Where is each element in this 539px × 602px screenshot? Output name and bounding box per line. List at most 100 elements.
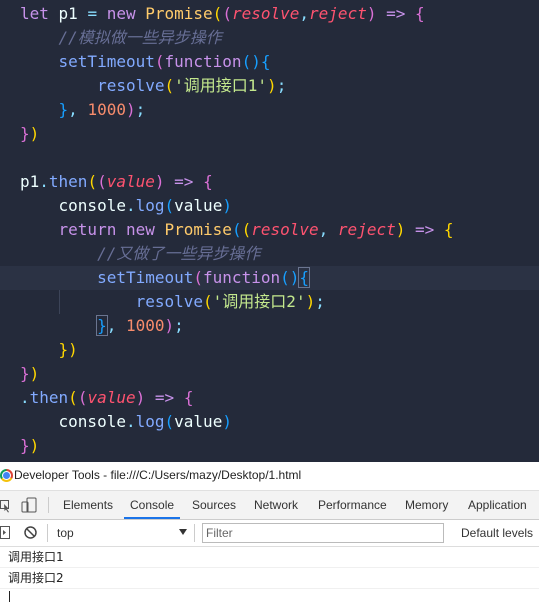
code-line[interactable]: resolve('调用接口2'); [0, 290, 539, 314]
code-token: { [443, 220, 454, 239]
indent-guide [59, 290, 60, 314]
code-token: , [318, 220, 338, 239]
code-line[interactable]: }, 1000); [0, 98, 539, 122]
console-prompt-caret[interactable] [9, 591, 10, 602]
code-token: ) [29, 436, 40, 455]
show-sidebar-icon[interactable] [0, 526, 10, 539]
code-token: then [29, 388, 69, 407]
code-line[interactable]: //模拟做一些异步操作 [0, 26, 539, 50]
filter-input[interactable] [203, 524, 443, 542]
clear-console-icon[interactable] [24, 526, 37, 539]
code-token: () [280, 268, 300, 287]
code-token: p1 [58, 4, 88, 23]
code-token: } [96, 315, 108, 336]
code-editor[interactable]: let p1 = new Promise((resolve,reject) =>… [0, 0, 539, 462]
code-token: ( [241, 220, 252, 239]
code-token: ( [87, 172, 98, 191]
log-levels-dropdown[interactable]: Default levels [461, 526, 539, 542]
code-line[interactable]: }) [0, 434, 539, 458]
code-token: ( [164, 196, 175, 215]
code-token: function [203, 268, 281, 287]
code-token: log [135, 412, 165, 431]
devtools-titlebar: Developer Tools - file:///C:/Users/mazy/… [0, 462, 539, 491]
code-line[interactable]: }) [0, 122, 539, 146]
tab-network[interactable]: Network [254, 491, 298, 519]
tab-sources[interactable]: Sources [192, 491, 236, 519]
code-line[interactable]: setTimeout(function(){ [0, 266, 539, 290]
code-token: let [20, 4, 59, 23]
console-output: 调用接口1 调用接口2 [0, 547, 539, 602]
device-toolbar-icon[interactable] [21, 497, 37, 513]
code-token: { [183, 388, 194, 407]
tab-performance[interactable]: Performance [318, 491, 387, 519]
code-line[interactable]: }) [0, 338, 539, 362]
code-line[interactable]: console.log(value) [0, 194, 539, 218]
code-token: ( [212, 4, 223, 23]
code-token: ( [68, 388, 78, 407]
tab-memory[interactable]: Memory [405, 491, 448, 519]
code-line[interactable]: return new Promise((resolve, reject) => … [0, 218, 539, 242]
code-token: 1000 [87, 100, 126, 119]
code-token: ) [164, 316, 175, 335]
console-message: 调用接口2 [8, 571, 64, 585]
code-token: 1000 [125, 316, 165, 335]
code-line[interactable]: resolve('调用接口1'); [0, 74, 539, 98]
code-token: value [87, 388, 136, 407]
code-token: reject [337, 220, 396, 239]
code-token: ; [276, 76, 287, 95]
code-token: ) [29, 364, 40, 383]
code-token: => [386, 4, 416, 23]
code-token: { [415, 4, 425, 23]
code-line[interactable]: .then((value) => { [0, 386, 539, 410]
code-line[interactable] [0, 146, 539, 170]
code-token: ( [203, 292, 213, 311]
inspect-element-icon[interactable] [0, 498, 10, 513]
code-line[interactable]: }, 1000); [0, 314, 539, 338]
code-token: . [39, 172, 49, 191]
code-token: ) [29, 124, 40, 143]
code-line[interactable]: setTimeout(function(){ [0, 50, 539, 74]
code-line[interactable]: console.log(value) [0, 410, 539, 434]
code-line[interactable]: let p1 = new Promise((resolve,reject) =>… [0, 2, 539, 26]
code-line[interactable]: }) [0, 362, 539, 386]
toolbar-divider [194, 524, 195, 542]
code-token: = [87, 4, 107, 23]
code-token: p1 [20, 172, 40, 191]
code-token: { [260, 52, 271, 71]
code-token: ) [222, 196, 232, 215]
code-token: { [203, 172, 213, 191]
code-token: resolve [251, 220, 319, 239]
tab-application[interactable]: Application [468, 491, 527, 519]
code-token: ) [154, 172, 165, 191]
code-token: resolve [135, 292, 204, 311]
context-select[interactable]: top [57, 526, 187, 542]
devtools-panel: Developer Tools - file:///C:/Users/mazy/… [0, 462, 539, 602]
code-token: '调用接口2' [212, 292, 306, 311]
tab-elements[interactable]: Elements [63, 491, 113, 519]
code-token: log [135, 196, 165, 215]
log-levels-label: Default levels [461, 526, 534, 540]
code-token: //又做了一些异步操作 [97, 244, 261, 263]
code-token: ( [193, 268, 204, 287]
code-token: => [154, 388, 184, 407]
tab-console[interactable]: Console [123, 491, 181, 519]
tab-divider [48, 497, 49, 513]
window-title: Developer Tools - file:///C:/Users/mazy/… [14, 468, 302, 482]
code-line[interactable]: //又做了一些异步操作 [0, 242, 539, 266]
filter-field[interactable] [202, 523, 444, 543]
code-token: resolve [97, 76, 165, 95]
code-token: ( [231, 220, 242, 239]
code-token: ) [267, 76, 277, 95]
code-line[interactable]: p1.then((value) => { [0, 170, 539, 194]
